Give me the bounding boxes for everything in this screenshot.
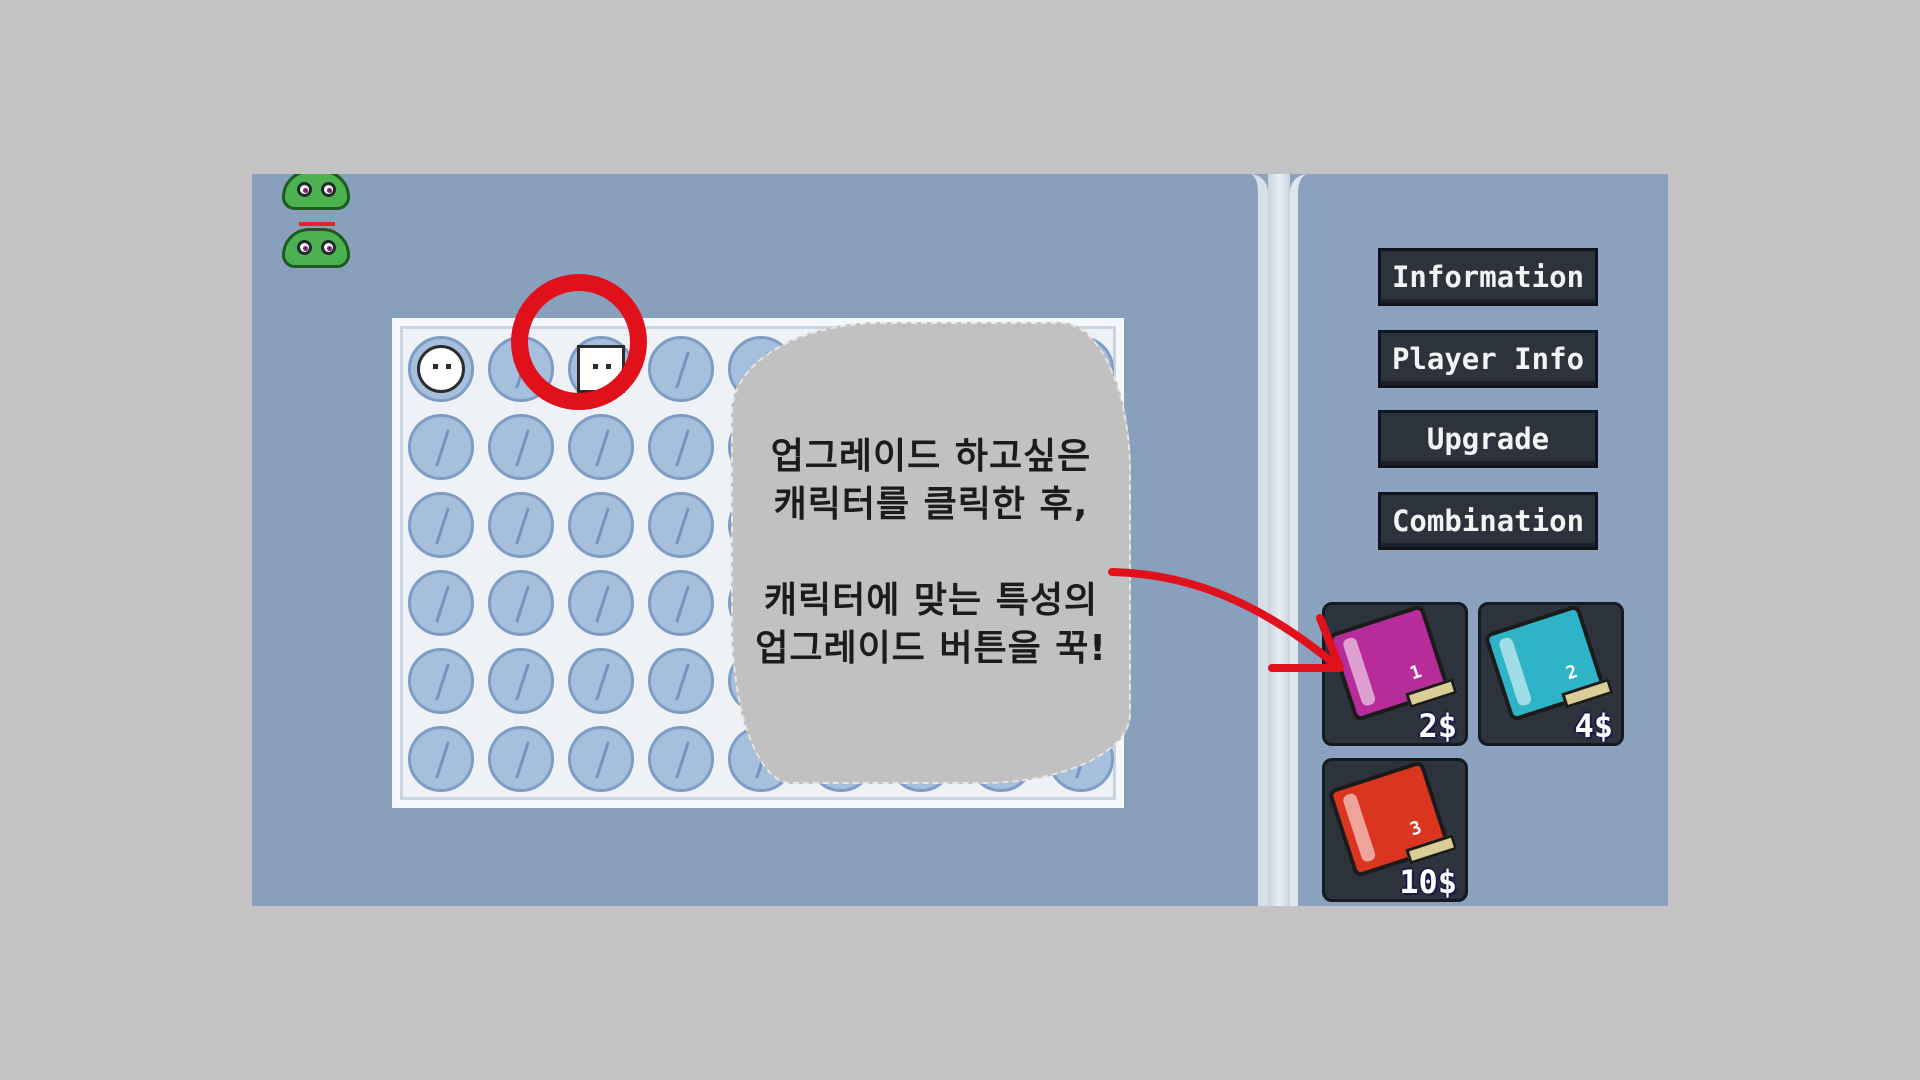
upgrade-book-2-button[interactable]: 2 4$ [1478,602,1624,746]
player-info-button[interactable]: Player Info [1378,330,1598,388]
instruction-line: 업그레이드 하고싶은 [770,436,1092,477]
instruction-line: 업그레이드 버튼을 꾹! [755,628,1107,669]
grid-cell[interactable] [488,570,554,636]
grid-cell[interactable] [648,414,714,480]
frog-enemy-icon [282,222,350,268]
grid-cell[interactable] [568,648,634,714]
grid-cell[interactable] [408,492,474,558]
grid-cell[interactable] [648,492,714,558]
instruction-note: 업그레이드 하고싶은 캐릭터를 클릭한 후, 캐릭터에 맞는 특성의 업그레이드… [731,322,1131,784]
grid-cell[interactable] [488,648,554,714]
grid-cell[interactable] [648,570,714,636]
grid-cell[interactable] [648,648,714,714]
side-panel: Information Player Info Upgrade Combinat… [1290,174,1668,906]
frog-enemy-icon [282,174,350,210]
combination-button[interactable]: Combination [1378,492,1598,550]
spellbook-icon: 3 [1327,759,1458,879]
upgrade-price: 2$ [1418,707,1457,745]
grid-cell[interactable] [408,570,474,636]
upgrade-book-3-button[interactable]: 3 10$ [1322,758,1468,902]
grid-cell[interactable] [408,648,474,714]
grid-cell[interactable] [568,414,634,480]
grid-cell[interactable] [488,726,554,792]
instruction-line: 캐릭터에 맞는 특성의 [763,580,1099,621]
grid-cell[interactable] [648,336,714,402]
instruction-line: 캐릭터를 클릭한 후, [773,484,1089,525]
upgrade-button[interactable]: Upgrade [1378,410,1598,468]
spellbook-icon: 2 [1483,603,1614,723]
upgrade-price: 4$ [1574,707,1613,745]
information-button[interactable]: Information [1378,248,1598,306]
grid-cell[interactable] [568,492,634,558]
grid-cell[interactable] [488,492,554,558]
grid-cell[interactable] [568,726,634,792]
grid-cell[interactable] [408,726,474,792]
game-screen: Information Player Info Upgrade Combinat… [252,174,1668,906]
upgrade-price: 10$ [1399,863,1457,901]
grid-cell[interactable] [648,726,714,792]
spellbook-icon: 1 [1327,603,1458,723]
snowball-character-icon[interactable] [417,345,465,393]
panel-divider [1268,174,1290,906]
grid-cell[interactable] [408,414,474,480]
upgrade-book-1-button[interactable]: 1 2$ [1322,602,1468,746]
grid-cell[interactable] [488,414,554,480]
grid-cell[interactable] [568,570,634,636]
selected-character-highlight [511,274,647,410]
